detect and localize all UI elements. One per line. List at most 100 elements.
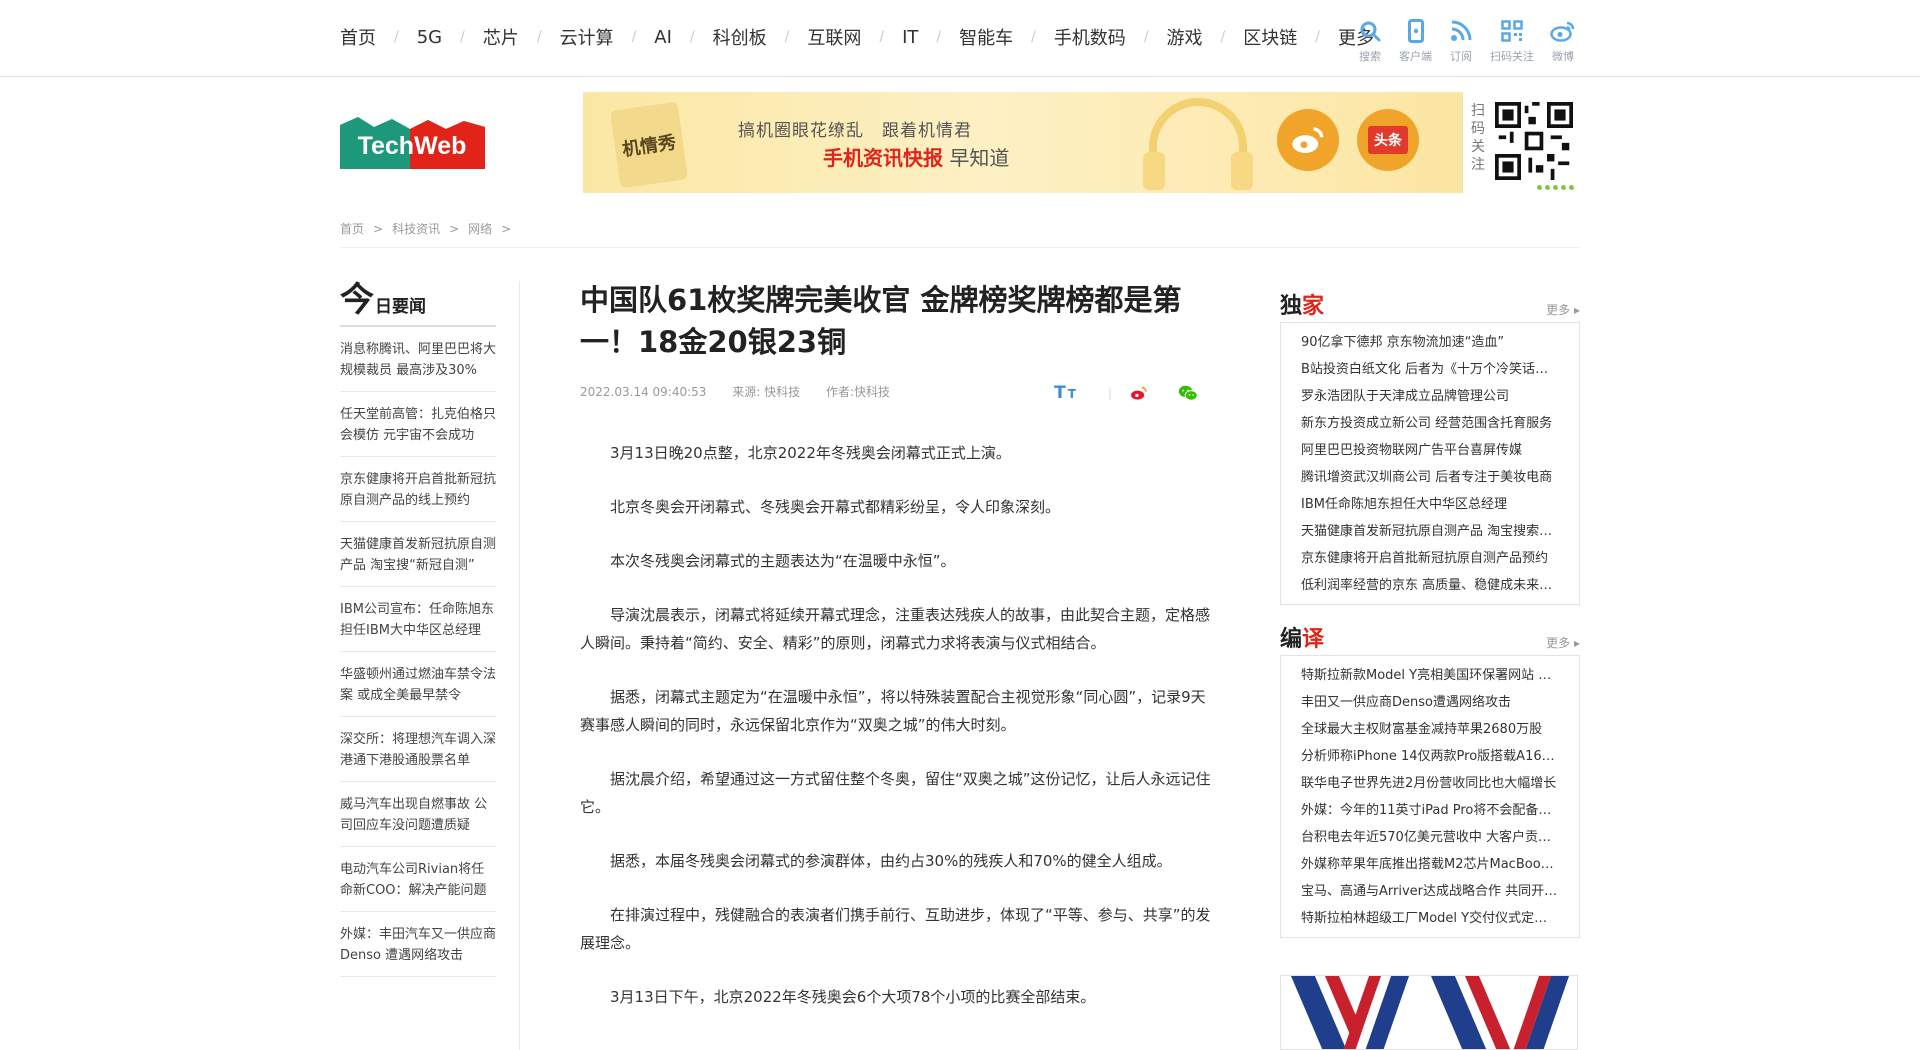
nav-item-5g[interactable]: 5G xyxy=(417,27,442,48)
exclusive-item[interactable]: 京东健康将开启首批新冠抗原自测产品预约 xyxy=(1301,545,1559,572)
translation-item[interactable]: 外媒：今年的11英寸iPad Pro将不会配备mini LED屏 xyxy=(1301,797,1559,824)
techweb-logo[interactable]: TechWeb xyxy=(340,117,485,169)
banner-headline-highlight: 手机资讯快报 xyxy=(823,146,943,170)
nav-item-ai[interactable]: AI xyxy=(654,27,672,48)
today-news-title-rest: 日要闻 xyxy=(375,297,426,317)
font-size-small-icon[interactable]: T xyxy=(1068,387,1076,401)
search-label: 搜索 xyxy=(1359,50,1381,63)
weibo-button[interactable]: 微博 xyxy=(1548,18,1578,64)
translation-item[interactable]: 分析师称iPhone 14仅两款Pro版搭载A16芯片 xyxy=(1301,743,1559,770)
article-paragraph: 导演沈晨表示，闭幕式将延续开幕式理念，注重表达残疾人的故事，由此契合主题，定格感… xyxy=(580,606,1211,652)
article-paragraph: 据悉，闭幕式主题定为“在温暖中永恒”，将以特殊装置配合主视觉形象“同心圆”，记录… xyxy=(580,688,1206,734)
nav-item-home[interactable]: 首页 xyxy=(340,24,376,50)
rss-button[interactable]: 订阅 xyxy=(1446,18,1476,64)
font-size-large-icon[interactable]: T xyxy=(1054,383,1066,403)
share-wechat-icon[interactable] xyxy=(1178,385,1198,401)
nav-separator: / xyxy=(1315,29,1320,45)
breadcrumb-network[interactable]: 网络 xyxy=(468,222,492,236)
nav-item-smart-car[interactable]: 智能车 xyxy=(959,24,1013,50)
banner-carousel-dots[interactable] xyxy=(1534,185,1574,190)
rss-icon xyxy=(1446,18,1476,44)
toutiao-label: 头条 xyxy=(1368,126,1408,154)
nav-separator: / xyxy=(936,29,942,45)
translation-title: 编译 xyxy=(1280,627,1325,652)
nav-item-internet[interactable]: 互联网 xyxy=(807,24,861,50)
rss-label: 订阅 xyxy=(1450,50,1472,63)
share-weibo-icon[interactable] xyxy=(1130,385,1148,401)
exclusive-item[interactable]: 阿里巴巴投资物联网广告平台喜屏传媒 xyxy=(1301,437,1559,464)
breadcrumb-tech-news[interactable]: 科技资讯 xyxy=(392,222,440,236)
today-news-link[interactable]: IBM公司宣布：任命陈旭东担任IBM大中华区总经理 xyxy=(340,599,496,641)
translation-more-link[interactable]: 更多 ▸ xyxy=(1546,634,1580,651)
translation-item[interactable]: 全球最大主权财富基金减持苹果2680万股 xyxy=(1301,716,1559,743)
ad-banner[interactable]: 机情秀 搞机圈眼花缭乱 跟着机情君 手机资讯快报 早知道 头条 扫码关注 xyxy=(583,92,1580,193)
nav-separator: / xyxy=(394,29,399,45)
exclusive-item[interactable]: 90亿拿下德邦 京东物流加速“造血” xyxy=(1301,329,1559,356)
article-body: 3月13日晚20点整，北京2022年冬残奥会闭幕式正式上演。 北京冬奥会开闭幕式… xyxy=(580,439,1220,1011)
exclusive-item[interactable]: 腾讯增资武汉圳商公司 后者专注于美妆电商 xyxy=(1301,464,1559,491)
translation-header: 编译 更多 ▸ xyxy=(1280,623,1580,653)
today-news-link[interactable]: 京东健康将开启首批新冠抗原自测产品的线上预约 xyxy=(340,469,496,511)
article-paragraph: 北京冬奥会开闭幕式、冬残奥会开幕式都精彩纷呈，令人印象深刻。 xyxy=(610,498,1061,516)
article-paragraph: 3月13日晚20点整，北京2022年冬残奥会闭幕式正式上演。 xyxy=(610,444,1011,462)
exclusive-item[interactable]: 天猫健康首发新冠抗原自测产品 淘宝搜索可见 xyxy=(1301,518,1559,545)
nav-separator: / xyxy=(1220,29,1226,45)
tools-divider: | xyxy=(1107,386,1112,400)
exclusive-item[interactable]: IBM任命陈旭东担任大中华区总经理 xyxy=(1301,491,1559,518)
search-button[interactable]: 搜索 xyxy=(1355,18,1385,64)
banner-headline: 手机资讯快报 早知道 xyxy=(823,142,1009,171)
list-item: IBM公司宣布：任命陈旭东担任IBM大中华区总经理 xyxy=(340,587,496,652)
translation-item[interactable]: 丰田又一供应商Denso遭遇网络攻击 xyxy=(1301,689,1559,716)
article-paragraph: 在排演过程中，残健融合的表演者们携手前行、互助进步，体现了“平等、参与、共享”的… xyxy=(580,906,1211,952)
nav-item-mobile-digital[interactable]: 手机数码 xyxy=(1054,24,1126,50)
article-author: 作者:快科技 xyxy=(825,385,890,399)
today-news-link[interactable]: 电动汽车公司Rivian将任命新COO：解决产能问题 xyxy=(340,859,496,901)
list-item: 深交所：将理想汽车调入深港通下港股通股票名单 xyxy=(340,717,496,782)
list-item: 电动汽车公司Rivian将任命新COO：解决产能问题 xyxy=(340,847,496,912)
nav-tools: 搜索 客户端 订阅 扫码关注 微博 xyxy=(1355,18,1578,64)
exclusive-item[interactable]: B站投资白纸文化 后者为《十万个冷笑话》制作方 xyxy=(1301,356,1559,383)
nav-item-chip[interactable]: 芯片 xyxy=(483,24,519,50)
translation-item[interactable]: 台积电去年近570亿美元营收中 大客户贡献多少 xyxy=(1301,824,1559,851)
nav-separator: / xyxy=(1143,29,1149,45)
today-news-link[interactable]: 任天堂前高管：扎克伯格只会模仿 元宇宙不会成功 xyxy=(340,404,496,446)
logo-text: TechWeb xyxy=(358,132,467,160)
jiqingxiu-badge: 机情秀 xyxy=(609,101,689,189)
translation-item[interactable]: 特斯拉柏林超级工厂Model Y交付仪式定于3月22日 xyxy=(1301,905,1559,932)
exclusive-more-link[interactable]: 更多 ▸ xyxy=(1546,301,1580,318)
column-divider xyxy=(519,281,520,1050)
exclusive-item[interactable]: 罗永浩团队于天津成立品牌管理公司 xyxy=(1301,383,1559,410)
article-meta: 2022.03.14 09:40:53 来源: 快科技 作者:快科技 TT | xyxy=(580,383,1220,403)
today-news-link[interactable]: 威马汽车出现自燃事故 公司回应车没问题遭质疑 xyxy=(340,794,496,836)
today-news-link[interactable]: 消息称腾讯、阿里巴巴将大规模裁员 最高涉及30% xyxy=(340,339,496,381)
article-source: 来源: 快科技 xyxy=(732,385,801,399)
nav-item-star-market[interactable]: 科创板 xyxy=(713,24,767,50)
nav-separator: / xyxy=(784,29,790,45)
search-icon xyxy=(1355,18,1385,44)
font-size-toggle[interactable]: TT xyxy=(1054,383,1076,403)
nav-item-it[interactable]: IT xyxy=(902,27,918,48)
list-item: 天猫健康首发新冠抗原自测产品 淘宝搜“新冠自测” xyxy=(340,522,496,587)
qrcode-follow-button[interactable]: 扫码关注 xyxy=(1490,18,1534,64)
translation-item[interactable]: 特斯拉新款Model Y亮相美国环保署网站 续航提升 xyxy=(1301,662,1559,689)
breadcrumb-home[interactable]: 首页 xyxy=(340,222,364,236)
nav-item-blockchain[interactable]: 区块链 xyxy=(1243,24,1297,50)
medal-ribbon-image[interactable] xyxy=(1280,975,1578,1050)
top-navigation: 首页 / 5G / 芯片 / 云计算 / AI / 科创板 / 互联网 / IT… xyxy=(0,0,1920,77)
exclusive-item[interactable]: 新东方投资成立新公司 经营范围含托育服务 xyxy=(1301,410,1559,437)
today-news-link[interactable]: 外媒：丰田汽车又一供应商 Denso 遭遇网络攻击 xyxy=(340,924,496,966)
today-news-link[interactable]: 深交所：将理想汽车调入深港通下港股通股票名单 xyxy=(340,729,496,771)
today-news-link[interactable]: 天猫健康首发新冠抗原自测产品 淘宝搜“新冠自测” xyxy=(340,534,496,576)
nav-separator: / xyxy=(1031,29,1036,45)
banner-weibo-icon xyxy=(1277,109,1339,171)
translation-item[interactable]: 联华电子世界先进2月份营收同比也大幅增长 xyxy=(1301,770,1559,797)
banner-tagline: 搞机圈眼花缭乱 跟着机情君 xyxy=(738,121,972,141)
nav-item-cloud[interactable]: 云计算 xyxy=(560,24,614,50)
translation-item[interactable]: 宝马、高通与Arriver达成战略合作 共同开发自动驾驶 xyxy=(1301,878,1559,905)
today-news-link[interactable]: 华盛顿州通过燃油车禁令法案 或成全美最早禁令 xyxy=(340,664,496,706)
translation-item[interactable]: 外媒称苹果年底推出搭载M2芯片MacBook Air xyxy=(1301,851,1559,878)
client-app-button[interactable]: 客户端 xyxy=(1399,18,1432,64)
exclusive-item[interactable]: 低利润率经营的京东 高质量、稳健成未来关键词 xyxy=(1301,572,1559,599)
article-paragraph: 据悉，本届冬残奥会闭幕式的参演群体，由约占30%的残疾人和70%的健全人组成。 xyxy=(610,852,1172,870)
nav-item-games[interactable]: 游戏 xyxy=(1167,24,1203,50)
